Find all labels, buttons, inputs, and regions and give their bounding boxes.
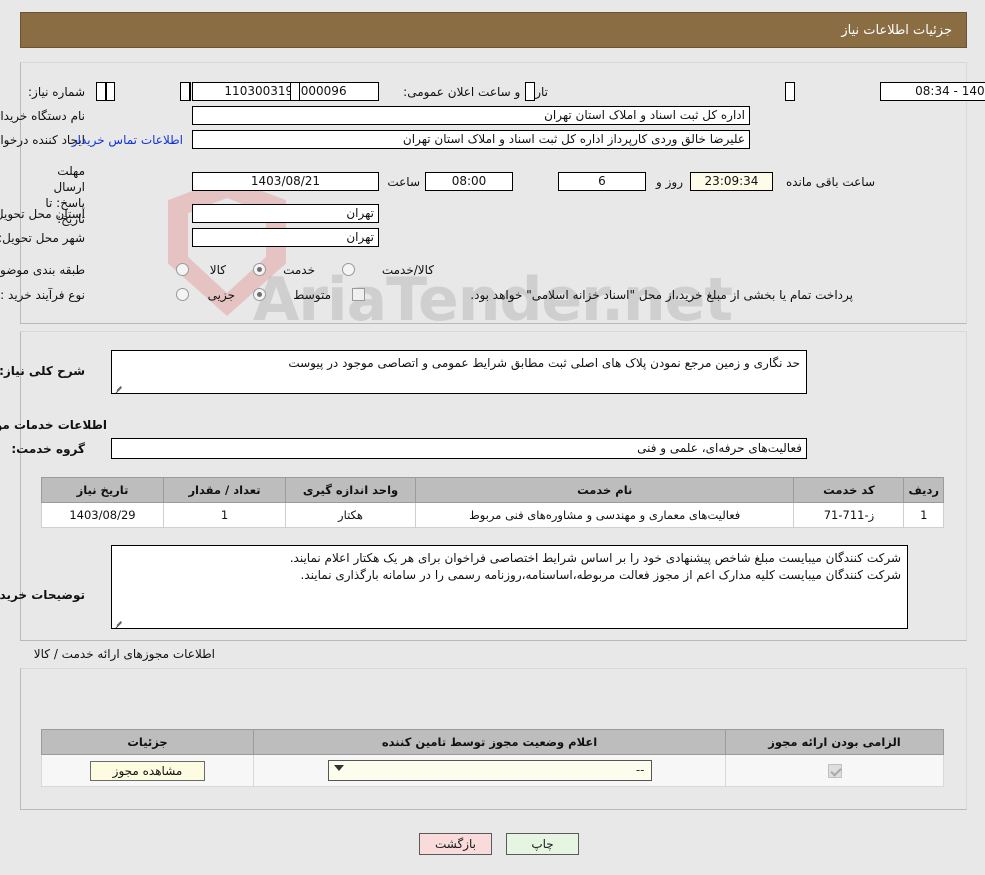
radio-category-service-label: خدمت [283, 263, 315, 277]
summary-text: حد نگاری و زمین مرجع نمودن پلاک های اصلی… [288, 356, 800, 370]
buyer-notes-line-1: شرکت کنندگان میبایست مبلغ شاخص پیشنهادی … [289, 551, 901, 565]
deadline-time-word: ساعت [387, 175, 420, 189]
table-row: 1 ز-711-71 فعالیت‌های معماری و مهندسی و … [41, 502, 944, 528]
return-button[interactable]: بازگشت [419, 833, 492, 855]
header-bar: جزئیات اطلاعات نیاز [20, 12, 967, 48]
th-unit: واحد اندازه گیری [285, 477, 416, 503]
need-number-field: 1103003195000096 [192, 82, 379, 101]
delivery-province-label: استان محل تحویل: [0, 207, 85, 221]
deadline-time-field: 08:00 [425, 172, 513, 191]
cell-qty: 1 [163, 502, 286, 528]
chevron-down-icon [333, 765, 344, 771]
permit-required-checkbox [827, 763, 842, 778]
view-permit-button[interactable]: مشاهده مجوز [89, 760, 206, 781]
cell-permit-status: -- [253, 754, 726, 787]
radio-category-goods-label: کالا [209, 263, 226, 277]
announce-datetime-field: 1403/08/14 - 08:34 [880, 82, 985, 101]
buyer-notes-line-2: شرکت کنندگان میبایست کلیه مدارک اعم از م… [300, 568, 901, 582]
delivery-province-field: تهران [192, 204, 379, 223]
requester-field: علیرضا خالق وردی کارپرداز اداره کل ثبت ا… [192, 130, 750, 149]
cell-permit-required [725, 754, 944, 787]
services-table-header-row: ردیف کد خدمت نام خدمت واحد اندازه گیری ت… [41, 477, 944, 503]
buyer-notes-textarea[interactable]: شرکت کنندگان میبایست مبلغ شاخص پیشنهادی … [111, 545, 908, 629]
th-permit-required: الزامی بودن ارائه مجوز [725, 729, 944, 755]
category-label: طبقه بندی موضوعی: [0, 263, 85, 277]
buyer-org-label: نام دستگاه خریدار: [0, 109, 85, 123]
services-table: ردیف کد خدمت نام خدمت واحد اندازه گیری ت… [41, 477, 944, 528]
radio-category-service[interactable] [253, 263, 266, 276]
service-group-field: فعالیت‌های حرفه‌ای، علمی و فنی [111, 438, 807, 459]
delivery-city-label: شهر محل تحویل: [0, 231, 85, 245]
service-group-label: گروه خدمت: [11, 442, 85, 456]
purchase-process-label: نوع فرآیند خرید : [0, 288, 85, 302]
days-word: روز و [656, 175, 683, 189]
th-permit-details: جزئیات [41, 729, 254, 755]
remaining-time-field: 23:09:34 [690, 172, 773, 191]
cell-name: فعالیت‌های معماری و مهندسی و مشاوره‌های … [414, 502, 795, 528]
buyer-contact-link[interactable]: اطلاعات تماس خریدار [72, 133, 183, 147]
cell-row: 1 [903, 502, 944, 528]
permit-status-value: -- [635, 763, 645, 777]
resize-grip-icon[interactable] [114, 618, 123, 627]
page-title: جزئیات اطلاعات نیاز [841, 22, 952, 38]
permits-table: الزامی بودن ارائه مجوز اعلام وضعیت مجوز … [41, 729, 944, 787]
table-row: -- مشاهده مجوز [41, 754, 944, 787]
cell-permit-details: مشاهده مجوز [41, 754, 254, 787]
cell-date: 1403/08/29 [41, 502, 164, 528]
need-number-label: شماره نیاز: [28, 85, 85, 99]
radio-process-medium-label: متوسط [293, 288, 331, 302]
page-root: AriaTender.net جزئیات اطلاعات نیاز شماره… [0, 0, 985, 875]
buyer-org-field: اداره کل ثبت اسناد و املاک استان تهران [192, 106, 750, 125]
permit-status-select[interactable]: -- [327, 760, 652, 781]
need-info-panel [20, 62, 967, 324]
remaining-word: ساعت باقی مانده [785, 175, 875, 189]
radio-category-goods[interactable] [176, 263, 189, 276]
checkbox-islamic-treasury[interactable] [352, 288, 365, 301]
th-name: نام خدمت [414, 477, 795, 503]
radio-category-goods-service-label: کالا/خدمت [381, 263, 434, 277]
delivery-city-field: تهران [192, 228, 379, 247]
print-button[interactable]: چاپ [506, 833, 579, 855]
radio-category-goods-service[interactable] [342, 263, 355, 276]
services-heading: اطلاعات خدمات مورد نیاز [0, 418, 107, 432]
radio-process-medium[interactable] [253, 288, 266, 301]
buyer-notes-label: توضیحات خریدار: [0, 588, 85, 602]
deadline-date-field: 1403/08/21 [192, 172, 379, 191]
permits-table-header-row: الزامی بودن ارائه مجوز اعلام وضعیت مجوز … [41, 729, 944, 755]
remaining-days-field: 6 [558, 172, 646, 191]
permits-section-title: اطلاعات مجوزهای ارائه خدمت / کالا [33, 647, 215, 661]
cell-code: ز-711-71 [793, 502, 905, 528]
radio-process-minor-label: جزیی [207, 288, 235, 302]
resize-grip-icon[interactable] [114, 383, 123, 392]
radio-process-minor[interactable] [176, 288, 189, 301]
cell-unit: هکتار [285, 502, 416, 528]
summary-textarea[interactable]: حد نگاری و زمین مرجع نمودن پلاک های اصلی… [111, 350, 807, 394]
th-permit-status: اعلام وضعیت مجوز توسط تامین کننده [253, 729, 726, 755]
islamic-treasury-note: پرداخت تمام یا بخشی از مبلغ خرید،از محل … [470, 288, 853, 302]
th-date: تاریخ نیاز [41, 477, 164, 503]
th-code: کد خدمت [793, 477, 905, 503]
th-row: ردیف [903, 477, 944, 503]
summary-label: شرح کلی نیاز: [0, 364, 85, 378]
th-qty: تعداد / مقدار [163, 477, 286, 503]
